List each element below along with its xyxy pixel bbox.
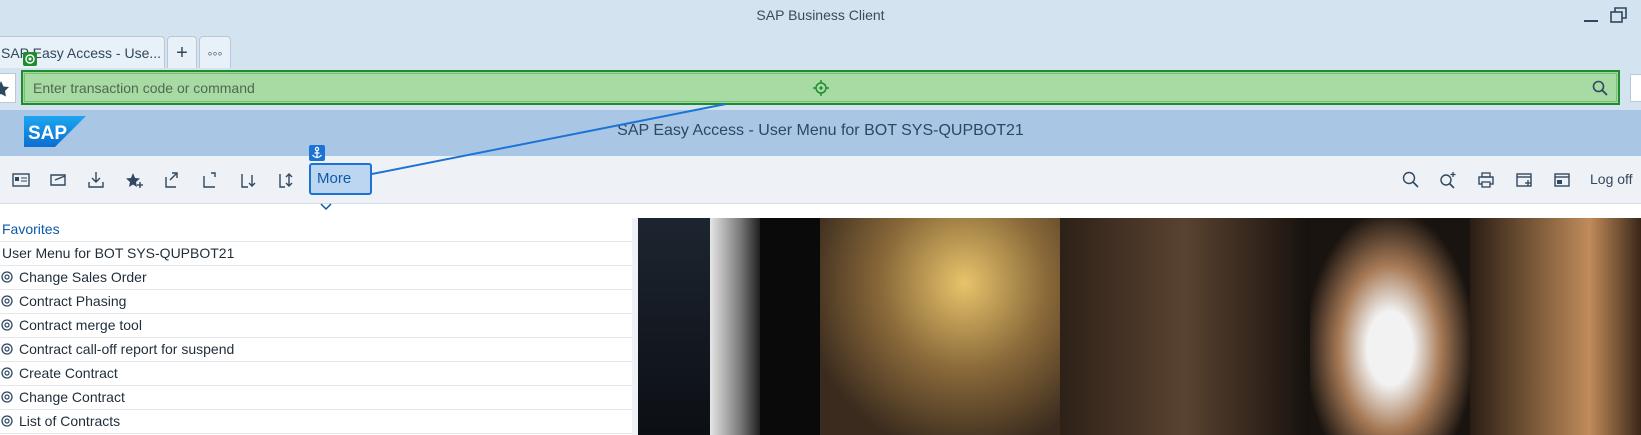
tree-item-transaction[interactable]: Contract merge tool xyxy=(0,314,632,338)
tree-item-user-menu[interactable]: User Menu for BOT SYS-QUPBOT21 xyxy=(0,242,632,266)
print-icon[interactable] xyxy=(1476,170,1496,190)
tree-item-transaction[interactable]: Create Contract xyxy=(0,362,632,386)
image-panel xyxy=(1060,218,1310,435)
image-panel xyxy=(760,218,820,435)
image-panel xyxy=(820,218,1060,435)
welcome-image xyxy=(638,218,1641,435)
tree-item-label: Contract Phasing xyxy=(19,293,127,309)
tree-item-label: List of Contracts xyxy=(19,413,121,429)
transaction-icon xyxy=(1,415,13,427)
tree-item-label: Create Contract xyxy=(19,365,118,381)
transaction-icon xyxy=(1,319,13,331)
image-panel xyxy=(638,218,710,435)
transaction-icon xyxy=(1,343,13,355)
image-panel xyxy=(1310,218,1470,435)
tree-item-transaction[interactable]: Contract call-off report for suspend xyxy=(0,338,632,362)
search-more-icon[interactable] xyxy=(1438,170,1458,190)
transaction-icon xyxy=(1,391,13,403)
image-panel xyxy=(1470,218,1641,435)
tree-item-transaction[interactable]: List of Contracts xyxy=(0,410,632,434)
tree-item-transaction[interactable]: Contract Phasing xyxy=(0,290,632,314)
tree-item-label: Change Contract xyxy=(19,389,125,405)
tree-item-transaction[interactable]: Change Sales Order xyxy=(0,266,632,290)
menu-tree: Favorites User Menu for BOT SYS-QUPBOT21… xyxy=(0,218,632,435)
transaction-icon xyxy=(1,295,13,307)
window-icon[interactable] xyxy=(1552,170,1572,190)
search-icon[interactable] xyxy=(1401,170,1421,190)
tree-item-transaction[interactable]: Change Contract xyxy=(0,386,632,410)
transaction-icon xyxy=(1,271,13,283)
tree-item-label: Favorites xyxy=(2,221,60,237)
tree-item-favorites[interactable]: Favorites xyxy=(0,218,632,242)
tree-item-label: Change Sales Order xyxy=(19,269,147,285)
logoff-button[interactable]: Log off xyxy=(1590,171,1633,187)
new-window-icon[interactable] xyxy=(1514,170,1534,190)
image-panel xyxy=(710,218,760,435)
tree-item-label: Contract call-off report for suspend xyxy=(19,341,235,357)
tree-item-label: Contract merge tool xyxy=(19,317,142,333)
tree-item-label: User Menu for BOT SYS-QUPBOT21 xyxy=(2,245,235,261)
transaction-icon xyxy=(1,367,13,379)
